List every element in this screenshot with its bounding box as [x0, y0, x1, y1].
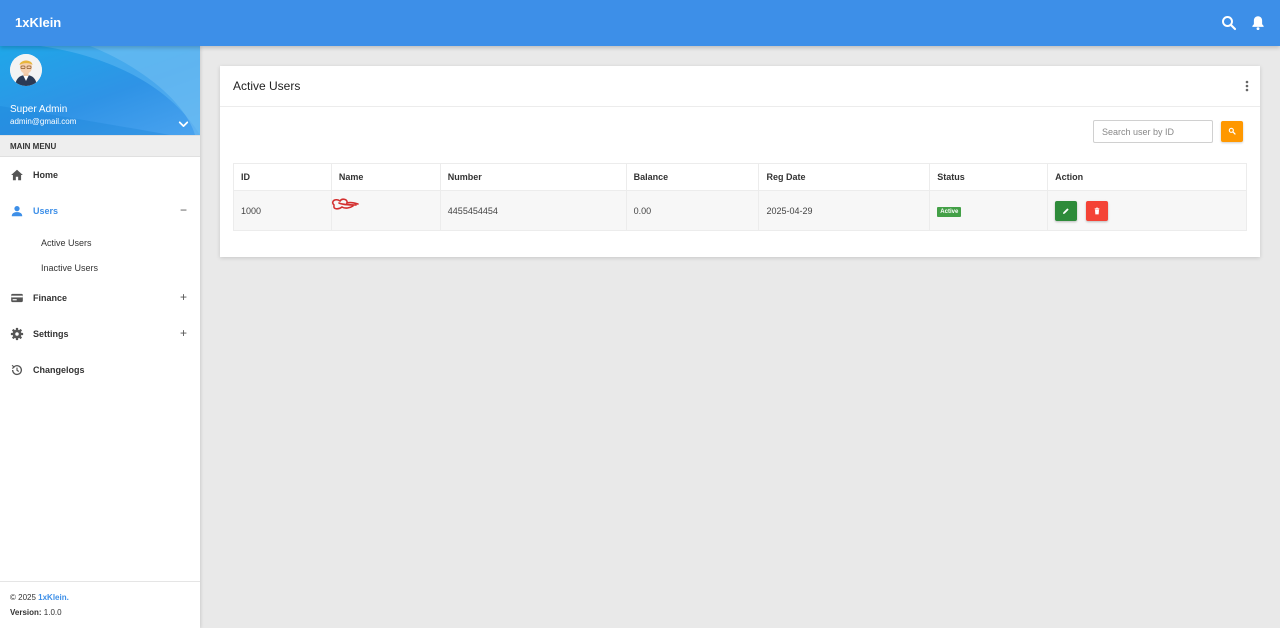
column-header-id: ID [233, 163, 332, 191]
avatar[interactable] [10, 54, 42, 86]
menu-section-header: MAIN MENU [0, 135, 200, 157]
chevron-down-icon[interactable] [177, 118, 190, 131]
gear-icon [10, 327, 24, 341]
redaction-scribble [331, 198, 359, 210]
column-header-action: Action [1047, 163, 1247, 191]
sidebar-subitem-active-users[interactable]: Active Users [0, 234, 200, 252]
sidebar-footer: © 2025 1xKlein. Version: 1.0.0 [0, 581, 200, 628]
history-icon [10, 363, 24, 377]
search-button[interactable] [1221, 121, 1243, 142]
copyright: © 2025 1xKlein. [10, 593, 69, 602]
version-info: Version: 1.0.0 [10, 608, 62, 617]
expand-icon[interactable]: + [180, 290, 187, 304]
sidebar-item-label: Finance [33, 293, 68, 303]
column-header-status: Status [929, 163, 1049, 191]
copyright-text: © 2025 [10, 593, 39, 602]
cell-reg-date: 2025-04-29 [758, 190, 931, 231]
pencil-icon [1063, 207, 1069, 214]
sidebar-item-label: Settings [33, 329, 69, 339]
sidebar-item-finance[interactable]: Finance + [0, 286, 200, 310]
search-icon [1228, 127, 1236, 135]
top-app-bar: 1xKlein [0, 0, 1280, 46]
sidebar-item-label: Home [33, 170, 59, 180]
edit-button[interactable] [1055, 200, 1078, 221]
cell-status: Active [929, 190, 1049, 231]
table-row: 1000 4455454454 0.00 2025-04-29 Active [233, 190, 1247, 231]
sidebar-item-settings[interactable]: Settings + [0, 322, 200, 346]
profile-name: Super Admin [10, 104, 68, 115]
cell-id: 1000 [233, 190, 332, 231]
search-input[interactable] [1093, 120, 1213, 143]
table-header-row: ID Name Number Balance Reg Date Status A… [233, 163, 1247, 191]
card-icon [10, 291, 24, 305]
menu-header-label: MAIN MENU [10, 142, 57, 151]
sidebar-item-label: Users [33, 206, 59, 216]
sidebar-item-users[interactable]: Users − [0, 199, 200, 223]
sidebar-subitem-inactive-users[interactable]: Inactive Users [0, 259, 200, 277]
profile-panel: Super Admin admin@gmail.com [0, 46, 200, 135]
home-icon [10, 168, 24, 182]
search-icon[interactable] [1220, 14, 1238, 32]
sidebar-item-home[interactable]: Home [0, 163, 200, 187]
profile-email: admin@gmail.com [10, 117, 77, 126]
app-title[interactable]: 1xKlein [15, 15, 61, 30]
trash-icon [1094, 207, 1100, 214]
cell-action [1047, 190, 1247, 231]
cell-balance: 0.00 [625, 190, 760, 231]
delete-button[interactable] [1085, 200, 1108, 221]
card-header: Active Users [220, 66, 1260, 107]
column-header-name: Name [330, 163, 441, 191]
more-vert-icon[interactable] [1240, 78, 1254, 94]
version-value: 1.0.0 [41, 608, 62, 617]
sidebar-subitem-label: Inactive Users [41, 263, 99, 273]
active-users-card: Active Users ID Name Number Balance Reg … [220, 66, 1260, 257]
sidebar: Super Admin admin@gmail.com MAIN MENU Ho… [0, 46, 200, 628]
status-badge: Active [937, 206, 962, 217]
column-header-balance: Balance [625, 163, 760, 191]
user-icon [10, 204, 24, 218]
collapse-icon[interactable]: − [180, 203, 187, 217]
column-header-reg-date: Reg Date [758, 163, 931, 191]
sidebar-subitem-label: Active Users [41, 238, 92, 248]
page-title: Active Users [233, 79, 301, 93]
column-header-number: Number [439, 163, 627, 191]
expand-icon[interactable]: + [180, 326, 187, 340]
cell-name [330, 190, 441, 231]
sidebar-item-changelogs[interactable]: Changelogs [0, 358, 200, 382]
version-label: Version: [10, 608, 42, 617]
bell-icon[interactable] [1249, 14, 1267, 32]
users-table: ID Name Number Balance Reg Date Status A… [233, 163, 1247, 231]
cell-number: 4455454454 [439, 190, 627, 231]
copyright-brand-link[interactable]: 1xKlein. [38, 593, 69, 602]
sidebar-item-label: Changelogs [33, 365, 85, 375]
